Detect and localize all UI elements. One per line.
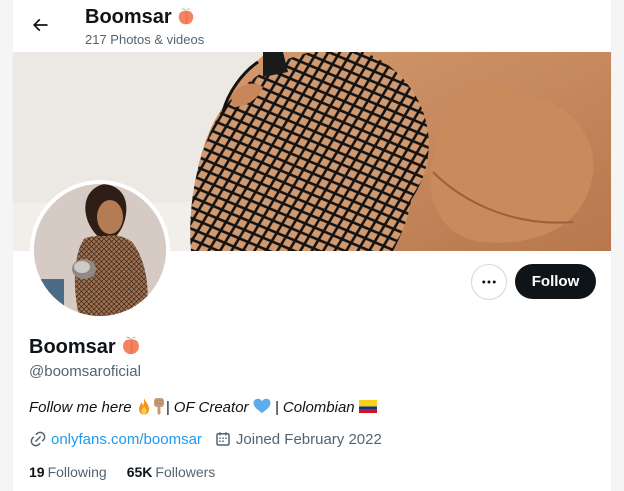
followers-stat[interactable]: 65K Followers xyxy=(127,464,216,480)
more-options-button[interactable] xyxy=(471,264,507,300)
bio-text-2: | OF Creator xyxy=(165,399,253,416)
header-subtitle: 217 Photos & videos xyxy=(85,32,205,47)
fire-emoji-icon xyxy=(138,398,149,415)
peach-emoji-icon xyxy=(178,8,193,25)
colombia-flag-emoji-icon xyxy=(358,400,377,413)
joined-item: Joined February 2022 xyxy=(214,430,382,448)
followers-label: Followers xyxy=(155,464,216,480)
user-handle: @boomsaroficial xyxy=(29,363,141,380)
header-title: Boomsar xyxy=(85,5,196,29)
link-icon xyxy=(30,431,46,447)
follow-button[interactable]: Follow xyxy=(515,264,596,299)
following-stat[interactable]: 19 Following xyxy=(29,464,107,480)
website-link[interactable]: onlyfans.com/boomsar xyxy=(51,431,202,448)
calendar-icon xyxy=(216,432,230,446)
arrow-left-icon xyxy=(32,18,48,32)
profile-meta: onlyfans.com/boomsar Joined February 202… xyxy=(29,429,394,449)
follow-stats: 19 Following 65K Followers xyxy=(29,462,235,482)
profile-page: Boomsar 217 Photos & videos Follow Booms… xyxy=(12,0,612,491)
following-label: Following xyxy=(47,464,107,480)
following-count: 19 xyxy=(29,464,45,480)
followers-count: 65K xyxy=(126,464,153,480)
display-name: Boomsar xyxy=(29,334,142,360)
profile-avatar[interactable] xyxy=(30,180,170,320)
blue-heart-emoji-icon xyxy=(253,398,271,413)
joined-date: Joined February 2022 xyxy=(235,430,382,448)
back-button[interactable] xyxy=(23,8,57,42)
top-bar: Boomsar 217 Photos & videos xyxy=(13,0,611,52)
avatar-image xyxy=(34,184,166,316)
avatar xyxy=(34,184,166,316)
website-item: onlyfans.com/boomsar xyxy=(29,430,202,448)
bio-text-3: | Colombian xyxy=(270,399,359,416)
profile-bio: Follow me here | OF Creator | Colombian xyxy=(29,397,377,418)
ellipsis-icon xyxy=(482,280,496,284)
header-title-text: Boomsar xyxy=(85,6,172,28)
bio-text-1: Follow me here xyxy=(29,399,136,416)
peach-emoji-icon xyxy=(122,336,139,355)
display-name-text: Boomsar xyxy=(29,336,116,358)
pointing-down-emoji-icon xyxy=(153,398,164,415)
